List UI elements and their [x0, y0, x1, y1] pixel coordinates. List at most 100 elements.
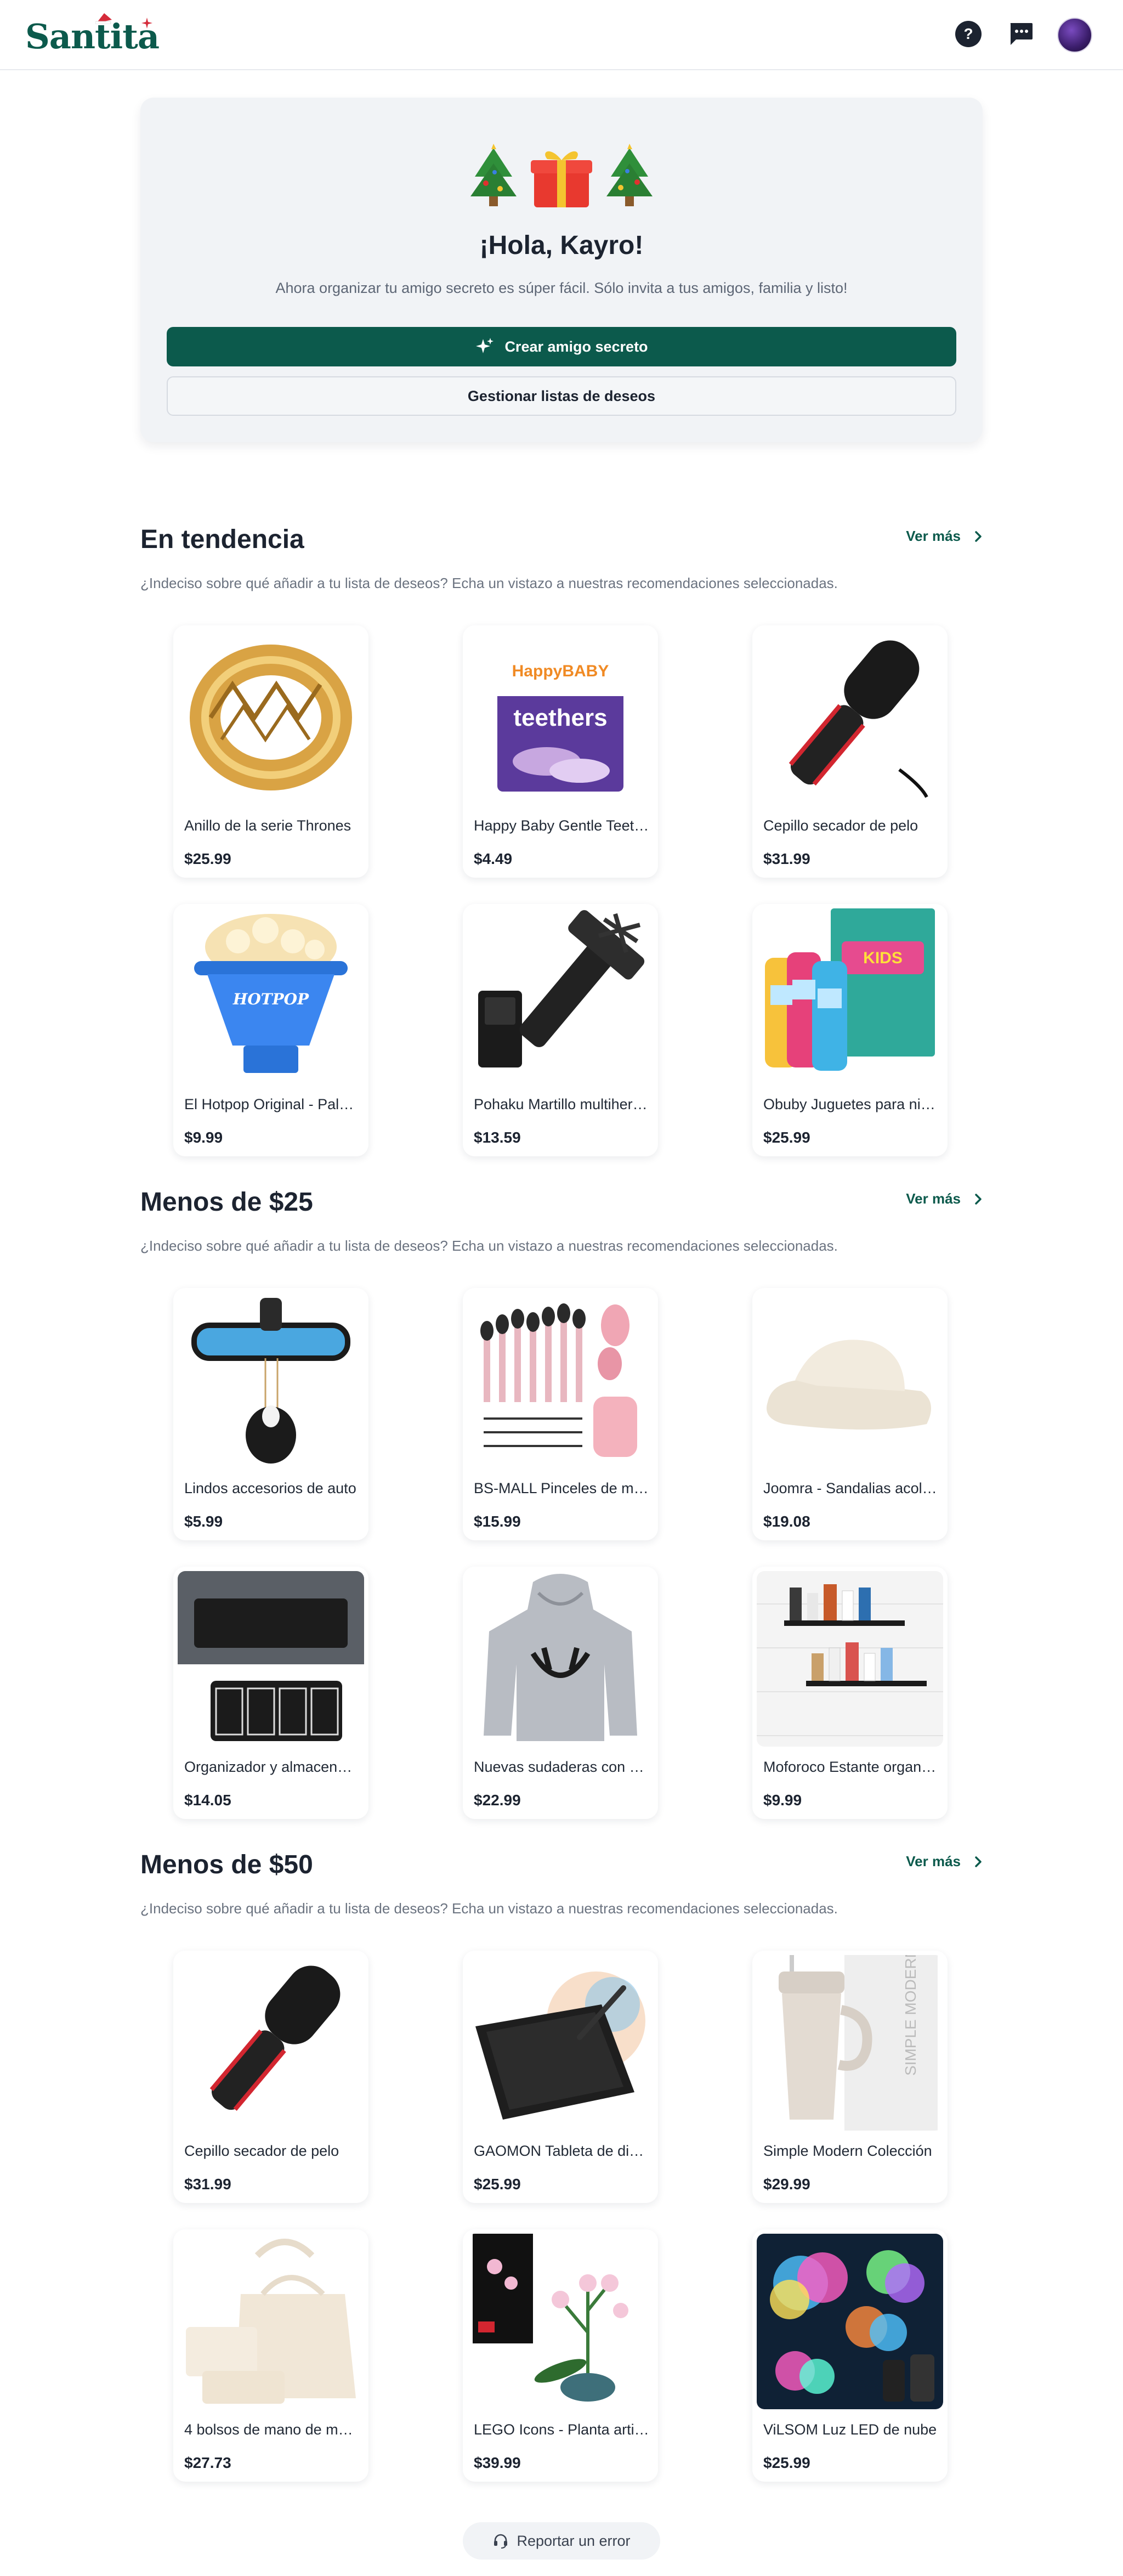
report-error-label: Reportar un error [517, 2532, 631, 2549]
see-more-link[interactable]: Ver más [906, 1190, 983, 1207]
svg-text:KIDS: KIDS [863, 949, 903, 967]
product-name: Lindos accesorios de auto [184, 1480, 356, 1496]
santita-logo[interactable]: Santita [25, 13, 160, 57]
report-error-button[interactable]: Reportar un error [463, 2522, 660, 2560]
product-card[interactable]: ViLSOM Luz LED de nube $25.99 [752, 2229, 948, 2482]
see-more-label: Ver más [906, 1853, 961, 1869]
section-title: En tendencia [140, 525, 304, 554]
sparkle-icon [141, 18, 152, 29]
lego-orchid-image [467, 2234, 654, 2409]
chat-icon[interactable] [1005, 18, 1037, 50]
product-price: $9.99 [763, 1792, 802, 1809]
user-avatar[interactable] [1057, 18, 1092, 53]
chevron-right-icon [975, 1193, 982, 1205]
svg-text:SIMPLE MODERN: SIMPLE MODERN [902, 1955, 919, 2076]
hair-dryer-brush-image [757, 630, 943, 805]
see-more-label: Ver más [906, 528, 961, 544]
product-price: $25.99 [763, 1129, 810, 1146]
walkie-talkie-image: KIDS [757, 908, 943, 1084]
product-card[interactable]: GAOMON Tableta de dibujo $25.99 [463, 1951, 658, 2203]
cloud-lights-image [757, 2234, 943, 2409]
product-card[interactable]: Lindos accesorios de auto $5.99 [173, 1288, 368, 1540]
product-name: Joomra - Sandalias acolchadas [763, 1480, 939, 1496]
product-card[interactable]: SIMPLE MODERN Simple Modern Colección $2… [752, 1951, 948, 2203]
product-name: Organizador y almacenamiento [184, 1759, 360, 1775]
chevron-right-icon [975, 1856, 982, 1867]
product-price: $29.99 [763, 2176, 810, 2193]
product-name: Obuby Juguetes para niños [763, 1096, 939, 1112]
chevron-right-icon [975, 530, 982, 542]
product-card[interactable]: Pohaku Martillo multiherramienta $13.59 [463, 904, 658, 1156]
svg-text:HOTPOP: HOTPOP [232, 990, 309, 1008]
svg-text:?: ? [963, 25, 973, 42]
product-card[interactable]: LEGO Icons - Planta artificial $39.99 [463, 2229, 658, 2482]
create-secret-santa-button[interactable]: Crear amigo secreto [167, 327, 956, 366]
product-price: $31.99 [184, 2176, 231, 2193]
product-name: Happy Baby Gentle Teethers [474, 817, 649, 834]
greeting-subtitle: Ahora organizar tu amigo secreto es súpe… [275, 280, 848, 296]
product-price: $27.73 [184, 2454, 231, 2471]
ring-image [178, 630, 364, 805]
multitool-hammer-image [467, 908, 654, 1084]
shower-shelf-image [757, 1571, 943, 1747]
product-price: $25.99 [184, 850, 231, 867]
product-price: $19.08 [763, 1513, 810, 1530]
mirror-charm-image [178, 1292, 364, 1468]
see-more-link[interactable]: Ver más [906, 528, 983, 545]
create-secret-santa-label: Crear amigo secreto [504, 338, 648, 355]
product-name: ViLSOM Luz LED de nube [763, 2421, 937, 2438]
product-card[interactable]: 4 bolsos de mano de mujer $27.73 [173, 2229, 368, 2482]
product-name: LEGO Icons - Planta artificial [474, 2421, 649, 2438]
product-card[interactable]: Cepillo secador de pelo $31.99 [173, 1951, 368, 2203]
christmas-tree-icon [470, 144, 517, 206]
product-card[interactable]: Joomra - Sandalias acolchadas $19.08 [752, 1288, 948, 1540]
popcorn-bowl-image: HOTPOP [178, 908, 364, 1084]
welcome-card: ¡Hola, Kayro! Ahora organizar tu amigo s… [140, 98, 983, 442]
product-price: $31.99 [763, 850, 810, 867]
product-price: $25.99 [763, 2454, 810, 2471]
section-subtitle: ¿Indeciso sobre qué añadir a tu lista de… [140, 1238, 838, 1254]
product-price: $39.99 [474, 2454, 521, 2471]
product-card[interactable]: Nuevas sudaderas con capucha $22.99 [463, 1567, 658, 1819]
product-card[interactable]: Cepillo secador de pelo $31.99 [752, 625, 948, 878]
product-price: $25.99 [474, 2176, 521, 2193]
product-card[interactable]: HappyBABY teethers Happy Baby Gentle Tee… [463, 625, 658, 878]
product-name: Cepillo secador de pelo [184, 2143, 339, 2159]
product-name: Moforoco Estante organizador [763, 1759, 939, 1775]
tumbler-image: SIMPLE MODERN [757, 1955, 943, 2131]
product-name: Anillo de la serie Thrones [184, 817, 351, 834]
product-card[interactable]: Organizador y almacenamiento $14.05 [173, 1567, 368, 1819]
product-name: BS-MALL Pinceles de maquillaje [474, 1480, 649, 1496]
gift-icon [531, 151, 592, 207]
product-price: $13.59 [474, 1129, 521, 1146]
car-organizer-image [178, 1571, 364, 1747]
product-price: $15.99 [474, 1513, 521, 1530]
section-subtitle: ¿Indeciso sobre qué añadir a tu lista de… [140, 1900, 838, 1917]
product-card[interactable]: Moforoco Estante organizador $9.99 [752, 1567, 948, 1819]
manage-wishlists-button[interactable]: Gestionar listas de deseos [167, 376, 956, 416]
greeting-title: ¡Hola, Kayro! [479, 231, 644, 260]
help-icon[interactable]: ? [952, 18, 985, 50]
santa-hat-icon [95, 13, 112, 24]
product-card[interactable]: BS-MALL Pinceles de maquillaje $15.99 [463, 1288, 658, 1540]
product-price: $22.99 [474, 1792, 521, 1809]
product-card[interactable]: Anillo de la serie Thrones $25.99 [173, 625, 368, 878]
product-name: Simple Modern Colección [763, 2143, 932, 2159]
sparkles-icon [476, 338, 494, 353]
logo-text: Santita [25, 16, 160, 57]
christmas-tree-icon [606, 144, 653, 206]
product-card[interactable]: KIDS Obuby Juguetes para niños $25.99 [752, 904, 948, 1156]
handbags-image [178, 2234, 364, 2409]
hoodie-image [467, 1571, 654, 1747]
product-price: $14.05 [184, 1792, 231, 1809]
makeup-brushes-image [467, 1292, 654, 1468]
see-more-link[interactable]: Ver más [906, 1853, 983, 1870]
section-subtitle: ¿Indeciso sobre qué añadir a tu lista de… [140, 575, 838, 591]
svg-text:HappyBABY: HappyBABY [512, 662, 609, 680]
headset-icon [494, 2534, 508, 2549]
product-price: $4.49 [474, 850, 513, 867]
see-more-label: Ver más [906, 1190, 961, 1207]
product-name: El Hotpop Original - Palomitero [184, 1096, 360, 1112]
section-title: Menos de $25 [140, 1188, 313, 1217]
product-card[interactable]: HOTPOP El Hotpop Original - Palomitero $… [173, 904, 368, 1156]
